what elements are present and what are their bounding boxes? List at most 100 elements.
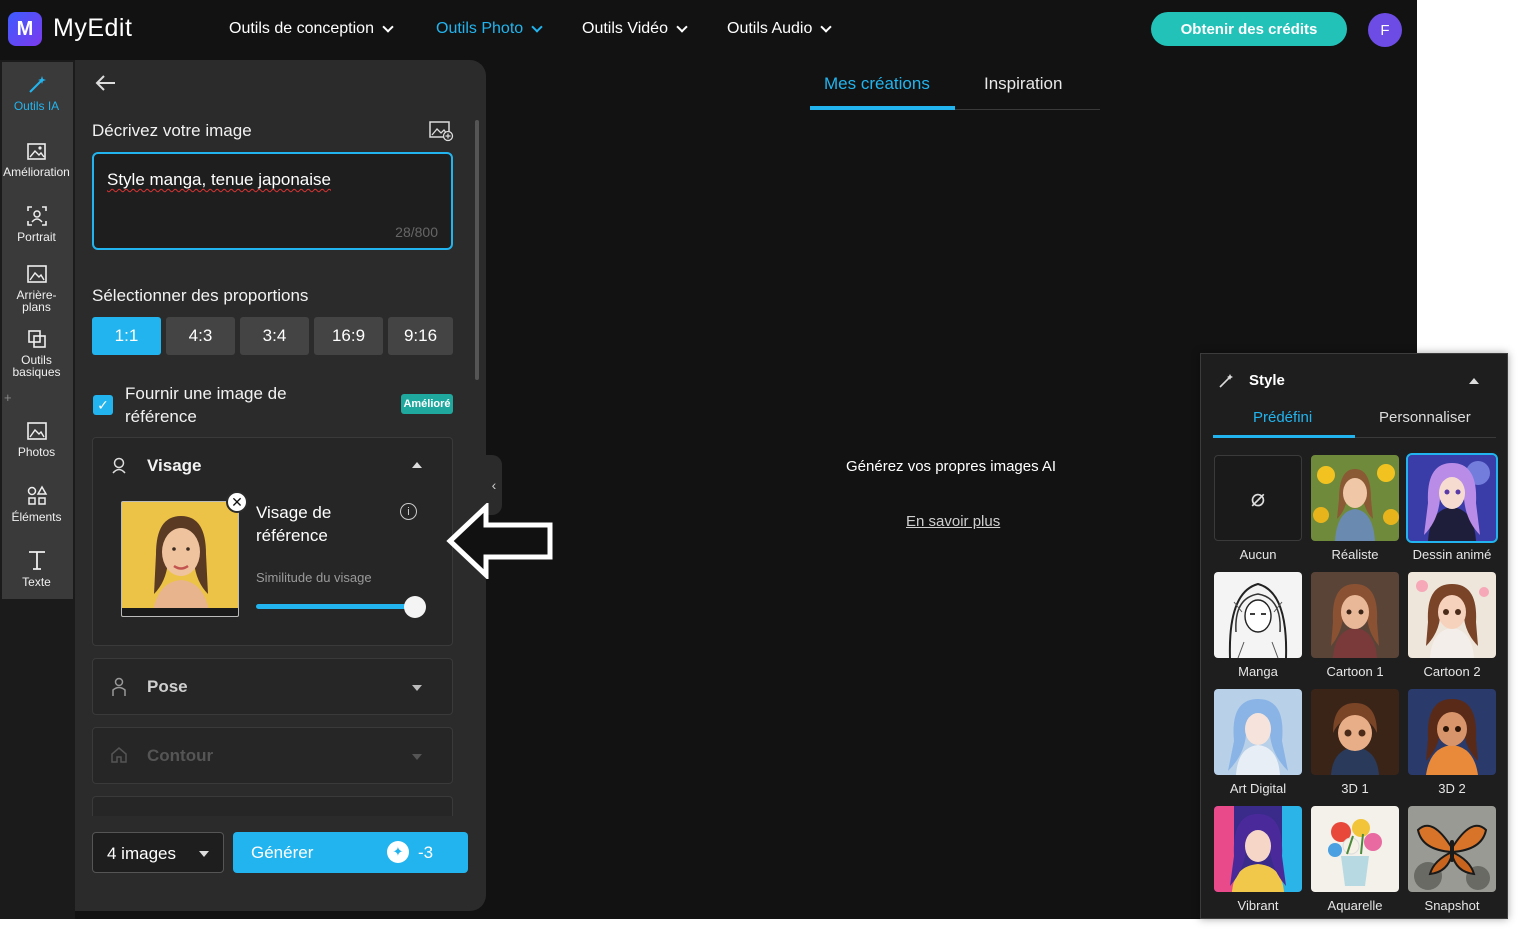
style-snapshot[interactable] bbox=[1408, 806, 1496, 892]
empty-state-message: Générez vos propres images AI bbox=[846, 458, 1057, 475]
sidebar-item-backgrounds[interactable]: Arrière-plans bbox=[0, 263, 73, 313]
collapse-up-icon[interactable] bbox=[412, 462, 422, 468]
face-title[interactable]: Visage bbox=[147, 456, 202, 476]
generator-panel: Décrivez votre image Style manga, tenue … bbox=[75, 60, 486, 911]
proportions-label: Sélectionner des proportions bbox=[92, 286, 309, 305]
text-icon bbox=[28, 551, 45, 570]
logo-icon[interactable]: M bbox=[8, 12, 42, 46]
style-label: Dessin animé bbox=[1412, 547, 1492, 562]
sidebar-item-elements[interactable]: Éléments bbox=[0, 485, 73, 523]
nav-label: Outils Audio bbox=[727, 20, 813, 37]
tab-customize[interactable]: Personnaliser bbox=[1379, 409, 1471, 426]
sidebar-item-label: Outils IA bbox=[13, 99, 60, 113]
info-icon[interactable]: i bbox=[400, 503, 417, 520]
chevron-down-icon bbox=[820, 20, 833, 33]
style-cartoon-drawing[interactable] bbox=[1406, 453, 1498, 543]
image-enhance-icon bbox=[26, 143, 46, 160]
style-realistic[interactable] bbox=[1311, 455, 1399, 541]
reference-label: Fournir une image de référence bbox=[125, 384, 287, 426]
caret-down-icon bbox=[199, 851, 209, 857]
style-label: Réaliste bbox=[1331, 547, 1379, 562]
ratio-3-4-button[interactable]: 3:4 bbox=[240, 317, 309, 355]
crop-icon bbox=[27, 330, 46, 348]
prompt-textarea[interactable]: Style manga, tenue japonaise 28/800 bbox=[92, 152, 453, 250]
ratio-9-16-button[interactable]: 9:16 bbox=[388, 317, 453, 355]
user-avatar[interactable]: F bbox=[1368, 13, 1402, 47]
reference-face-image bbox=[121, 501, 239, 617]
app-name[interactable]: MyEdit bbox=[53, 14, 132, 43]
pose-accordion[interactable]: Pose bbox=[92, 658, 453, 715]
style-cartoon-2[interactable] bbox=[1408, 572, 1496, 658]
style-panel: Style Prédéfini Personnaliser ⌀ Aucun Ré… bbox=[1200, 353, 1508, 919]
image-count-value: 4 images bbox=[107, 844, 176, 863]
sidebar-item-label: Amélioration bbox=[3, 165, 70, 179]
top-bar: M MyEdit Outils de conception Outils Pho… bbox=[0, 0, 1417, 60]
style-3d-2[interactable] bbox=[1408, 689, 1496, 775]
get-credits-button[interactable]: Obtenir des crédits bbox=[1151, 12, 1347, 46]
style-digital-art[interactable] bbox=[1214, 689, 1302, 775]
contour-icon bbox=[110, 746, 128, 769]
magic-wand-icon bbox=[1218, 373, 1234, 392]
elements-icon bbox=[27, 485, 47, 505]
panel-scrollbar[interactable] bbox=[475, 120, 479, 380]
style-manga[interactable] bbox=[1214, 572, 1302, 658]
style-label: Aquarelle bbox=[1327, 898, 1383, 913]
nav-audio-tools[interactable]: Outils Audio bbox=[727, 20, 833, 38]
style-watercolor[interactable] bbox=[1311, 806, 1399, 892]
sidebar-item-ai-tools[interactable]: Outils IA bbox=[0, 74, 73, 112]
reference-checkbox[interactable]: ✓ bbox=[93, 395, 113, 415]
ratio-16-9-button[interactable]: 16:9 bbox=[314, 317, 383, 355]
remove-image-icon[interactable]: ✕ bbox=[226, 491, 248, 513]
pointer-arrow-icon bbox=[446, 503, 553, 579]
photo-icon bbox=[26, 422, 47, 440]
tab-inspiration[interactable]: Inspiration bbox=[984, 74, 1062, 94]
chevron-down-icon bbox=[382, 20, 394, 33]
style-panel-title: Style bbox=[1249, 372, 1285, 389]
nav-photo-tools[interactable]: Outils Photo bbox=[436, 20, 543, 38]
style-cartoon-1[interactable] bbox=[1311, 572, 1399, 658]
generate-button[interactable]: Générer ✦ -3 bbox=[233, 832, 468, 873]
nav-design-tools[interactable]: Outils de conception bbox=[229, 20, 394, 38]
nav-video-tools[interactable]: Outils Vidéo bbox=[582, 20, 688, 38]
chevron-down-icon bbox=[531, 20, 543, 33]
sidebar-item-text[interactable]: Texte bbox=[0, 548, 73, 588]
ratio-1-1-button[interactable]: 1:1 bbox=[92, 317, 161, 355]
nav-label: Outils de conception bbox=[229, 20, 374, 37]
magic-wand-icon bbox=[28, 76, 46, 93]
style-3d-1[interactable] bbox=[1311, 689, 1399, 775]
ratio-4-3-button[interactable]: 4:3 bbox=[166, 317, 235, 355]
style-active-tab-indicator bbox=[1213, 435, 1355, 438]
sidebar-item-basic-tools[interactable]: Outils basiques bbox=[0, 328, 73, 378]
sidebar-item-label: Texte bbox=[22, 575, 51, 589]
sidebar-item-photos[interactable]: Photos bbox=[0, 420, 73, 458]
improved-badge: Amélioré bbox=[401, 394, 453, 414]
sidebar-item-portrait[interactable]: Portrait bbox=[0, 205, 73, 243]
plus-icon[interactable]: + bbox=[4, 390, 12, 405]
face-icon bbox=[110, 456, 128, 479]
style-none[interactable]: ⌀ bbox=[1214, 455, 1302, 541]
tab-preset[interactable]: Prédéfini bbox=[1253, 409, 1312, 426]
sidebar-item-enhance[interactable]: Amélioration bbox=[0, 140, 73, 178]
style-label: Snapshot bbox=[1424, 898, 1480, 913]
similarity-slider-track[interactable] bbox=[256, 604, 416, 609]
similarity-slider-knob[interactable] bbox=[404, 596, 426, 618]
sidebar: Outils IA Amélioration Portrait Arrière-… bbox=[0, 60, 75, 919]
sidebar-item-label: Portrait bbox=[17, 230, 56, 244]
style-label: Art Digital bbox=[1229, 781, 1287, 796]
style-label: Vibrant bbox=[1237, 898, 1279, 913]
sidebar-item-label: Arrière-plans bbox=[16, 288, 57, 314]
back-arrow-icon[interactable] bbox=[95, 72, 117, 98]
reference-face-title: Visage de référence bbox=[256, 503, 332, 545]
sidebar-item-label: Éléments bbox=[11, 510, 62, 524]
pose-title: Pose bbox=[147, 677, 188, 696]
sidebar-item-label: Photos bbox=[17, 445, 56, 459]
pose-icon bbox=[110, 677, 128, 702]
generate-cost: -3 bbox=[418, 843, 434, 862]
contour-accordion[interactable]: Contour bbox=[92, 727, 453, 784]
collapse-up-icon[interactable] bbox=[1469, 378, 1479, 384]
image-count-select[interactable]: 4 images bbox=[92, 832, 224, 873]
tab-my-creations[interactable]: Mes créations bbox=[824, 74, 930, 94]
style-vibrant[interactable] bbox=[1214, 806, 1302, 892]
upload-image-icon[interactable] bbox=[428, 120, 454, 147]
learn-more-link[interactable]: En savoir plus bbox=[906, 513, 1000, 530]
